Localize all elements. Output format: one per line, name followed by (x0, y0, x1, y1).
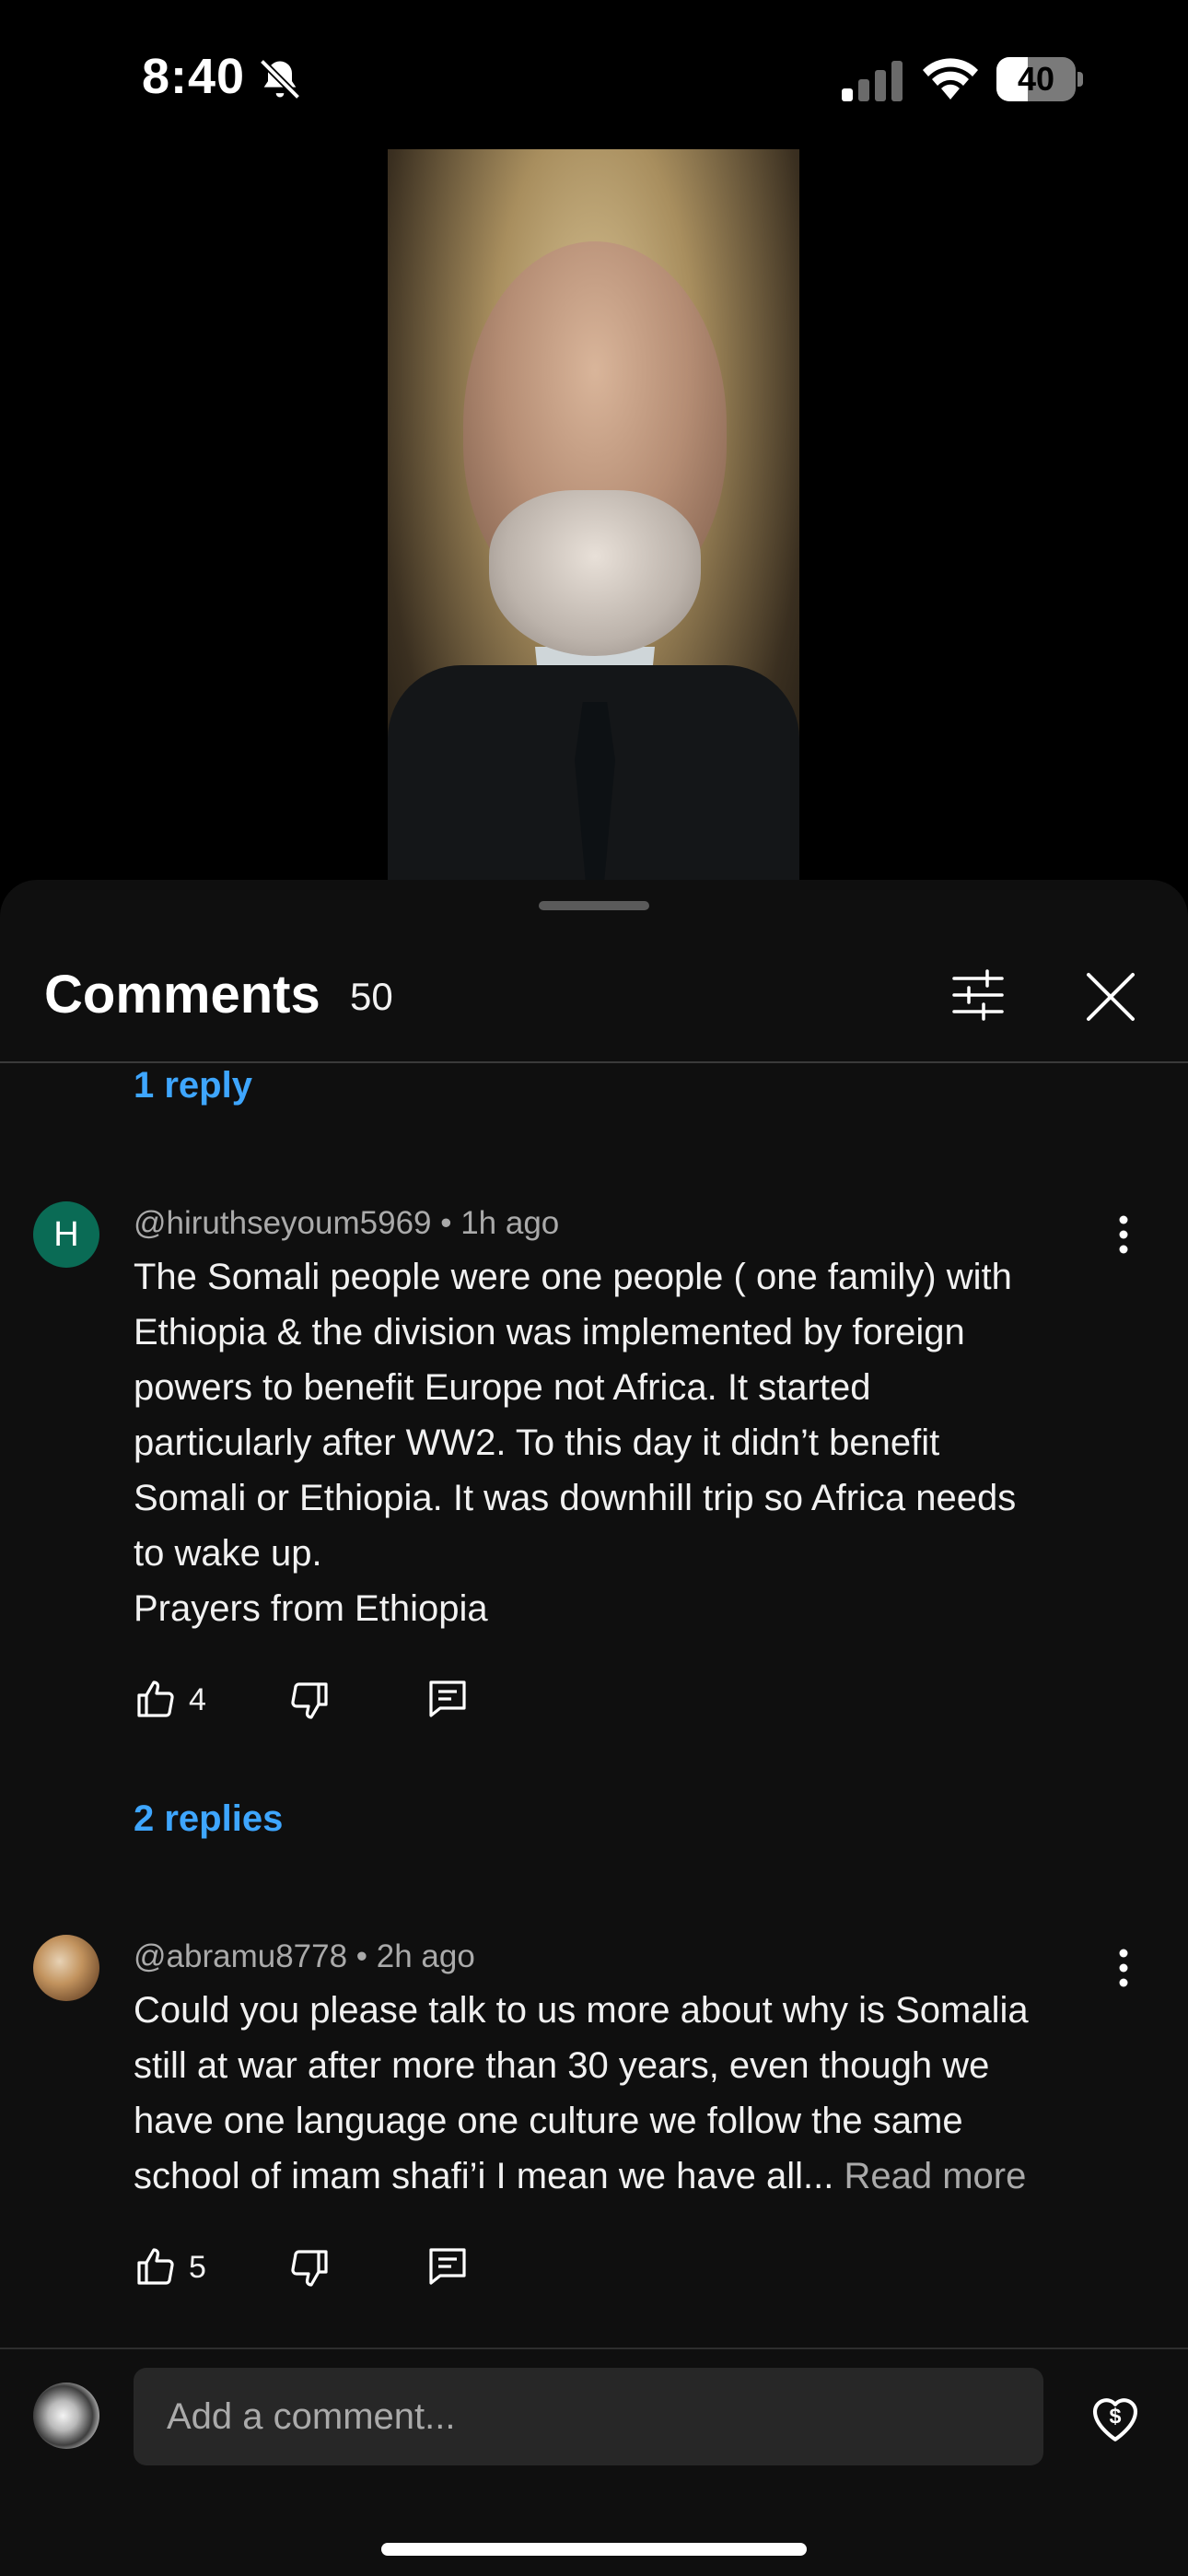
reply-icon[interactable] (425, 1677, 470, 1721)
comments-sheet (0, 880, 1188, 2576)
reply-icon[interactable] (425, 2244, 470, 2289)
dislike-icon[interactable] (287, 1679, 332, 1723)
read-more-link[interactable]: Read more (844, 2156, 1026, 2196)
comment-meta: @abramu8778 • 2h ago (134, 1938, 475, 1974)
like-icon[interactable] (134, 1677, 178, 1721)
comments-count: 50 (350, 975, 393, 1018)
comments-title: Comments (44, 965, 320, 1025)
comment-input[interactable] (134, 2368, 1043, 2465)
comment-meta: @hiruthseyoum5969 • 1h ago (134, 1205, 560, 1241)
like-icon[interactable] (134, 2244, 178, 2289)
avatar[interactable] (33, 1935, 99, 2001)
thanks-icon[interactable]: $ (1085, 2386, 1146, 2447)
drag-handle[interactable] (539, 901, 649, 910)
user-avatar (33, 2383, 99, 2449)
view-replies-link[interactable]: 2 replies (134, 1798, 283, 1840)
svg-text:$: $ (1110, 2405, 1122, 2429)
battery-percent: 40 (1017, 60, 1055, 98)
comment-text: The Somali people were one people ( one … (134, 1257, 1017, 1629)
wifi-icon (923, 58, 978, 100)
battery-icon: 40 (996, 57, 1085, 101)
avatar[interactable]: H (33, 1201, 99, 1268)
close-icon[interactable] (1085, 971, 1136, 1023)
view-replies-link[interactable]: 1 reply (134, 1065, 252, 1107)
comment-text: Could you please talk to us more about w… (134, 1983, 1128, 2204)
video-player[interactable] (388, 149, 799, 886)
signal-icon (842, 61, 903, 101)
bell-off-icon (259, 58, 301, 100)
status-bar: 8:40 40 (0, 0, 1188, 157)
home-indicator[interactable] (381, 2543, 807, 2556)
like-count: 5 (189, 2250, 206, 2285)
composer-divider (0, 2348, 1188, 2349)
header-divider (0, 1061, 1188, 1063)
status-time: 8:40 (142, 49, 246, 104)
dislike-icon[interactable] (287, 2246, 332, 2290)
like-count: 4 (189, 1682, 206, 1717)
filter-icon[interactable] (950, 967, 1006, 1023)
